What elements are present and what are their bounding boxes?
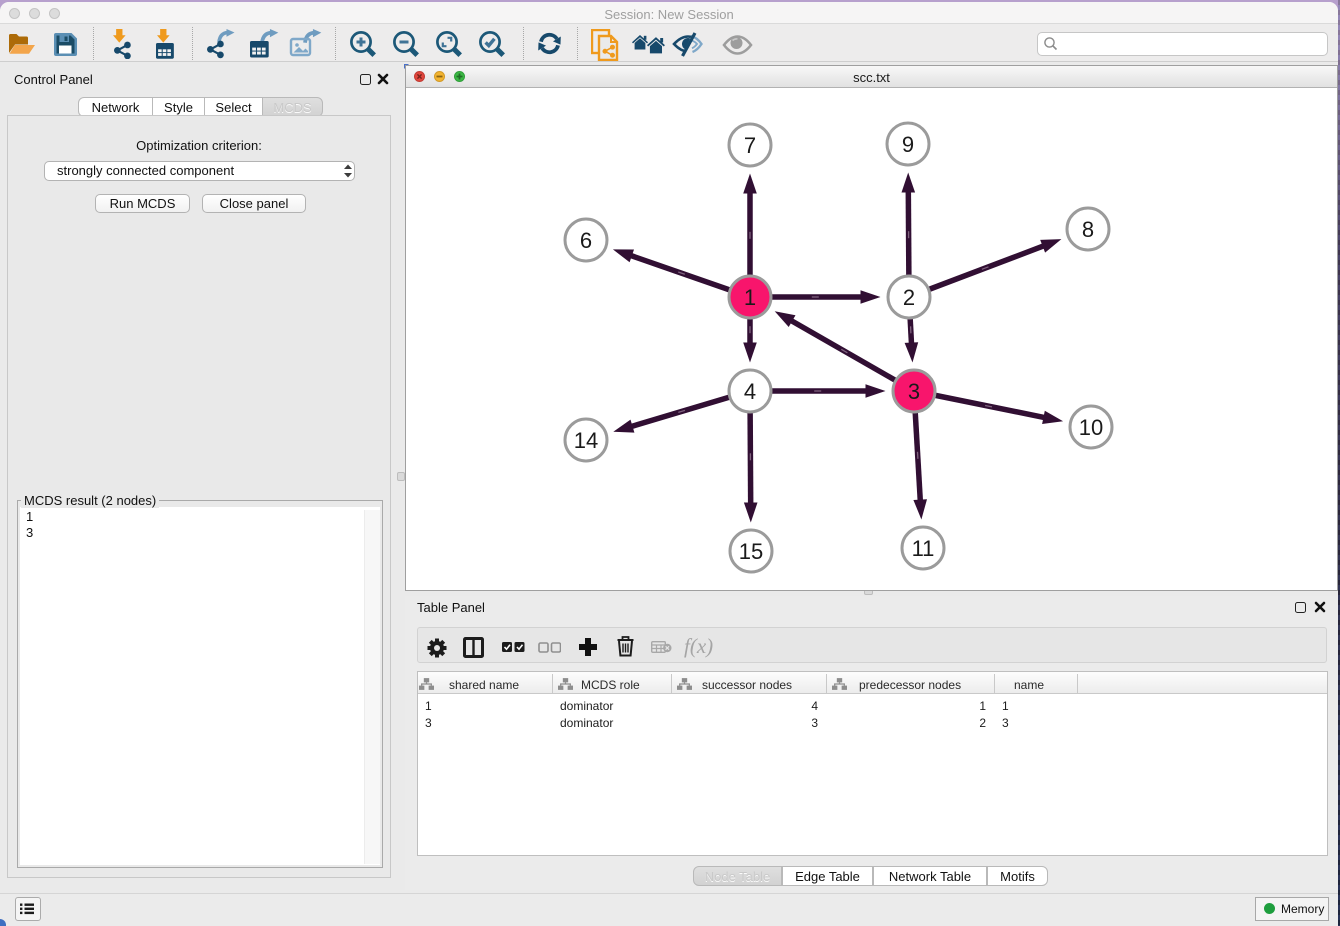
svg-text:7: 7	[744, 133, 756, 158]
svg-text:1: 1	[744, 285, 756, 310]
svg-text:14: 14	[574, 428, 598, 453]
svg-text:3: 3	[908, 379, 920, 404]
svg-text:8: 8	[1082, 217, 1094, 242]
svg-text:4: 4	[744, 379, 756, 404]
svg-text:9: 9	[902, 132, 914, 157]
svg-text:15: 15	[739, 539, 763, 564]
svg-text:6: 6	[580, 228, 592, 253]
svg-text:11: 11	[912, 536, 935, 561]
svg-text:10: 10	[1079, 415, 1103, 440]
svg-text:2: 2	[903, 285, 915, 310]
